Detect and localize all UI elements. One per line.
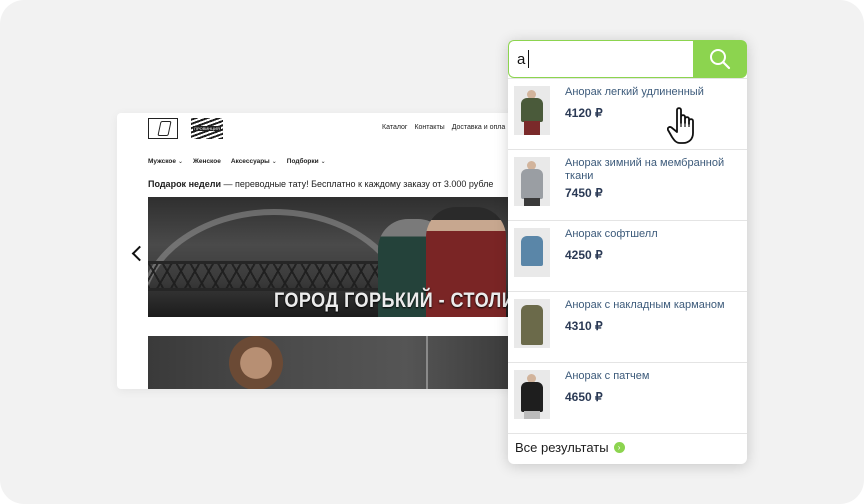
nav-catalog[interactable]: Каталог — [382, 124, 407, 131]
promo-banner-text: Подарок недели — переводные тату! Беспла… — [148, 179, 493, 189]
search-dropdown: Анорак легкий удлиненный 4120 ₽ Анорак з… — [508, 40, 747, 464]
product-thumbnail — [514, 228, 550, 277]
search-bar — [508, 40, 747, 78]
subnav-accessories[interactable]: Аксессуары ⌄ — [231, 158, 277, 165]
product-name: Анорак с накладным карманом — [565, 299, 725, 311]
arrow-right-icon: › — [613, 442, 625, 453]
text-cursor — [528, 50, 529, 68]
subnav-collections-label: Подборки — [286, 158, 319, 165]
search-icon — [710, 49, 731, 70]
search-result-item[interactable]: Анорак с патчем 4650 ₽ — [508, 362, 747, 433]
product-price: 4650 ₽ — [565, 390, 603, 404]
banner-divider — [426, 336, 428, 389]
provincia-logo-icon[interactable]: ПРОВИНЦИЯ — [191, 118, 223, 139]
product-thumbnail — [514, 370, 550, 419]
search-button[interactable] — [693, 40, 747, 78]
chevron-down-icon: ⌄ — [320, 159, 326, 165]
secondary-banner[interactable] — [148, 336, 517, 389]
top-navigation: Каталог Контакты Доставка и опла — [382, 124, 505, 131]
product-thumbnail — [514, 299, 550, 348]
search-result-item[interactable]: Анорак с накладным карманом 4310 ₽ — [508, 291, 747, 362]
product-name: Анорак софтшелл — [565, 228, 658, 240]
all-results-link[interactable]: Все результаты › — [515, 440, 625, 455]
subnav-collections[interactable]: Подборки ⌄ — [287, 158, 326, 165]
product-price: 7450 ₽ — [565, 186, 603, 200]
search-result-item[interactable]: Анорак софтшелл 4250 ₽ — [508, 220, 747, 291]
product-price: 4250 ₽ — [565, 248, 603, 262]
promo-title: Подарок недели — [148, 179, 221, 189]
product-price: 4310 ₽ — [565, 319, 603, 333]
nav-delivery[interactable]: Доставка и опла — [452, 124, 506, 131]
provincia-logo-text: ПРОВИНЦИЯ — [193, 126, 221, 131]
category-navigation: Мужское ⌄ Женское Аксессуары ⌄ Подборки ⌄ — [148, 158, 326, 165]
hand-pointer-cursor-icon — [667, 107, 694, 144]
website-preview: ПРОВИНЦИЯ Каталог Контакты Доставка и оп… — [117, 113, 517, 389]
subnav-men[interactable]: Мужское ⌄ — [148, 158, 183, 165]
hero-banner-title: ГОРОД ГОРЬКИЙ - СТОЛИЦА А — [274, 289, 517, 312]
subnav-women-label: Женское — [193, 158, 221, 165]
brand-logo-icon[interactable] — [148, 118, 178, 139]
search-input[interactable] — [508, 40, 693, 78]
all-results-label: Все результаты — [515, 440, 609, 455]
slider-prev-arrow-icon[interactable] — [131, 245, 148, 262]
search-result-item[interactable]: Анорак зимний на мембранной ткани 7450 ₽ — [508, 149, 747, 220]
chevron-down-icon: ⌄ — [178, 159, 184, 165]
chevron-down-icon: ⌄ — [271, 159, 277, 165]
subnav-women[interactable]: Женское — [193, 158, 221, 165]
hero-banner[interactable]: ГОРОД ГОРЬКИЙ - СТОЛИЦА А — [148, 197, 517, 317]
product-name: Анорак легкий удлиненный — [565, 86, 704, 98]
product-name: Анорак с патчем — [565, 370, 650, 382]
product-price: 4120 ₽ — [565, 106, 603, 120]
product-name: Анорак зимний на мембранной ткани — [565, 157, 725, 182]
promo-body: — переводные тату! Бесплатно к каждому з… — [220, 179, 494, 189]
subnav-accessories-label: Аксессуары — [230, 158, 270, 165]
product-thumbnail — [514, 157, 550, 206]
bridge-truss — [148, 261, 408, 291]
nav-contacts[interactable]: Контакты — [414, 124, 444, 131]
search-result-item[interactable]: Анорак легкий удлиненный 4120 ₽ — [508, 78, 747, 149]
product-thumbnail — [514, 86, 550, 135]
subnav-men-label: Мужское — [148, 158, 176, 165]
model-portrait — [226, 336, 286, 389]
